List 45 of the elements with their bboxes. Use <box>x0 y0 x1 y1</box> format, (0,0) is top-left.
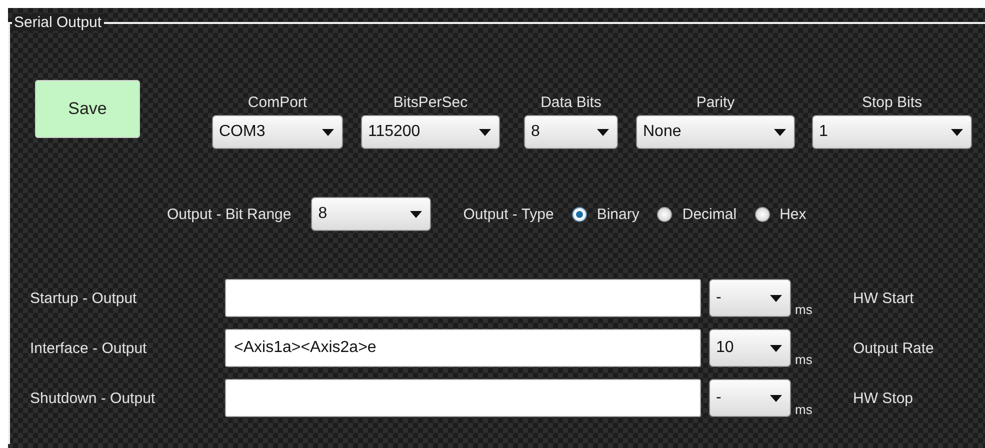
dropdown[interactable]: 115200 <box>361 115 500 149</box>
caret-icon <box>597 128 609 136</box>
radio-label[interactable]: Decimal <box>682 206 737 222</box>
group-title: Serial Output <box>12 14 104 31</box>
unit-label: ms <box>795 302 814 317</box>
setting-label: Data Bits <box>540 94 602 111</box>
radio-label[interactable]: Binary <box>596 206 640 222</box>
bit-range-label: Output - Bit Range <box>167 206 292 222</box>
output-label: Interface - Output <box>30 340 148 356</box>
input-field[interactable] <box>225 379 701 417</box>
caret-icon <box>770 344 782 352</box>
radio-label[interactable]: Hex <box>780 206 806 222</box>
setting-label: Stop Bits <box>862 94 922 111</box>
caret-icon <box>410 210 422 218</box>
caret-icon <box>951 128 963 136</box>
radio-button[interactable] <box>572 206 587 222</box>
caret-icon <box>770 294 782 302</box>
setting-label: Parity <box>696 94 735 111</box>
radio-button[interactable] <box>657 206 672 222</box>
caret-icon <box>322 128 334 136</box>
save-button[interactable]: Save <box>35 80 140 138</box>
input-field[interactable]: <Axis1a><Axis2a>e <box>225 329 701 367</box>
note-label: HW Stop <box>853 390 914 406</box>
unit-label: ms <box>795 402 814 417</box>
dropdown[interactable]: 8 <box>311 197 432 231</box>
dropdown[interactable]: COM3 <box>212 115 343 149</box>
dropdown[interactable]: 8 <box>524 115 618 149</box>
unit-label: ms <box>795 352 814 367</box>
caret-icon <box>774 128 786 136</box>
note-label: HW Start <box>853 290 914 306</box>
dropdown[interactable]: - <box>709 279 791 317</box>
output-label: Startup - Output <box>30 290 138 306</box>
radio-button[interactable] <box>754 206 770 222</box>
setting-label: BitsPerSec <box>393 94 468 111</box>
output-type-label: Output - Type <box>463 206 554 222</box>
input-field[interactable] <box>225 279 701 317</box>
dropdown[interactable]: 10 <box>709 329 791 367</box>
setting-label: ComPort <box>248 94 308 111</box>
caret-icon <box>479 128 491 136</box>
output-label: Shutdown - Output <box>30 390 156 406</box>
dropdown[interactable]: 1 <box>812 115 972 149</box>
dropdown[interactable]: - <box>709 379 791 417</box>
caret-icon <box>770 394 782 402</box>
dropdown[interactable]: None <box>636 115 795 149</box>
note-label: Output Rate <box>853 340 934 356</box>
